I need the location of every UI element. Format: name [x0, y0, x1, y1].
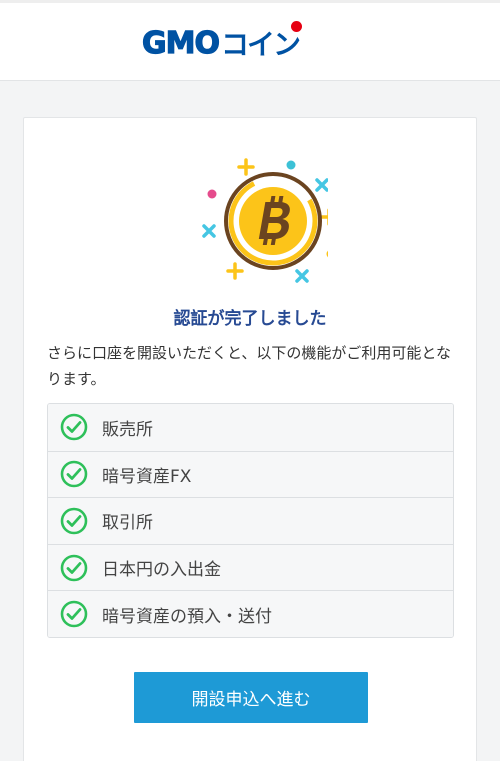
feature-list: 販売所 暗号資産FX 取引所 日本円の入出金 暗号資産の預入・送付: [47, 403, 454, 638]
list-item: 暗号資産FX: [48, 450, 453, 498]
proceed-to-application-button[interactable]: 開設申込へ進む: [134, 672, 368, 723]
list-item: 販売所: [48, 404, 453, 451]
check-circle-icon: [60, 507, 88, 535]
logo-gmo-text: GMO: [141, 25, 220, 61]
list-item: 日本円の入出金: [48, 543, 453, 591]
check-circle-icon: [60, 554, 88, 581]
logo-coin-text: コイン: [221, 21, 302, 63]
verification-complete-card: 認証が完了しました さらに口座を開設いただくと、以下の機能がご利用可能となります…: [23, 117, 477, 761]
check-circle-icon: [60, 413, 88, 441]
logo-red-dot: [291, 21, 302, 32]
header: GMO コイン: [0, 0, 500, 81]
check-circle-icon: [60, 461, 88, 488]
bitcoin-coin-icon: [202, 158, 328, 283]
gmo-coin-logo[interactable]: GMO コイン: [141, 21, 302, 61]
list-item: 取引所: [48, 497, 453, 544]
feature-label: 販売所: [102, 419, 153, 440]
check-circle-icon: [60, 600, 88, 628]
list-item: 暗号資産の預入・送付: [48, 590, 453, 637]
feature-label: 取引所: [102, 513, 153, 534]
feature-label: 暗号資産の預入・送付: [102, 606, 272, 627]
page-title: 認証が完了しました: [173, 309, 327, 329]
description-text: さらに口座を開設いただくと、以下の機能がご利用可能となります。: [47, 344, 451, 388]
feature-label: 日本円の入出金: [102, 560, 221, 581]
feature-label: 暗号資産FX: [102, 466, 192, 487]
